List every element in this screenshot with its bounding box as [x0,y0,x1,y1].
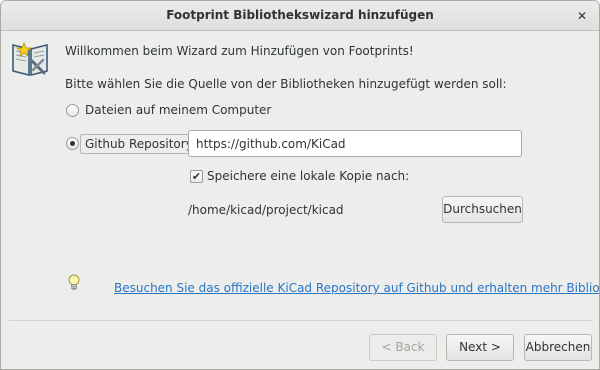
back-button[interactable]: < Back [369,334,437,361]
save-local-copy-label[interactable]: Speichere eine lokale Kopie nach: [207,169,409,183]
lightbulb-icon [68,274,80,290]
kicad-repository-link[interactable]: Besuchen Sie das offizielle KiCad Reposi… [114,281,599,295]
footer-divider [9,320,593,321]
wizard-dialog: Footprint Bibliothekswizard hinzufügen ✕… [0,0,600,370]
radio-local-files[interactable] [66,104,79,117]
github-url-input[interactable] [188,130,522,157]
local-path-text: /home/kicad/project/kicad [188,203,344,217]
wizard-book-icon [12,41,48,77]
welcome-text: Willkommen beim Wizard zum Hinzufügen vo… [65,44,414,58]
browse-button[interactable]: Durchsuchen [442,196,523,223]
cancel-button[interactable]: Abbrechen [524,334,592,361]
radio-github-label-box[interactable]: Github Repository [80,134,198,154]
radio-local-files-label[interactable]: Dateien auf meinem Computer [85,103,271,117]
next-button[interactable]: Next > [446,334,514,361]
radio-github-label: Github Repository [85,137,193,151]
close-button[interactable]: ✕ [573,7,591,25]
radio-github[interactable] [66,137,79,150]
source-prompt: Bitte wählen Sie die Quelle von der Bibl… [65,77,507,91]
window-title: Footprint Bibliothekswizard hinzufügen [166,8,434,22]
save-local-copy-checkbox[interactable]: ✔ [190,170,203,183]
title-bar: Footprint Bibliothekswizard hinzufügen ✕ [1,1,599,31]
